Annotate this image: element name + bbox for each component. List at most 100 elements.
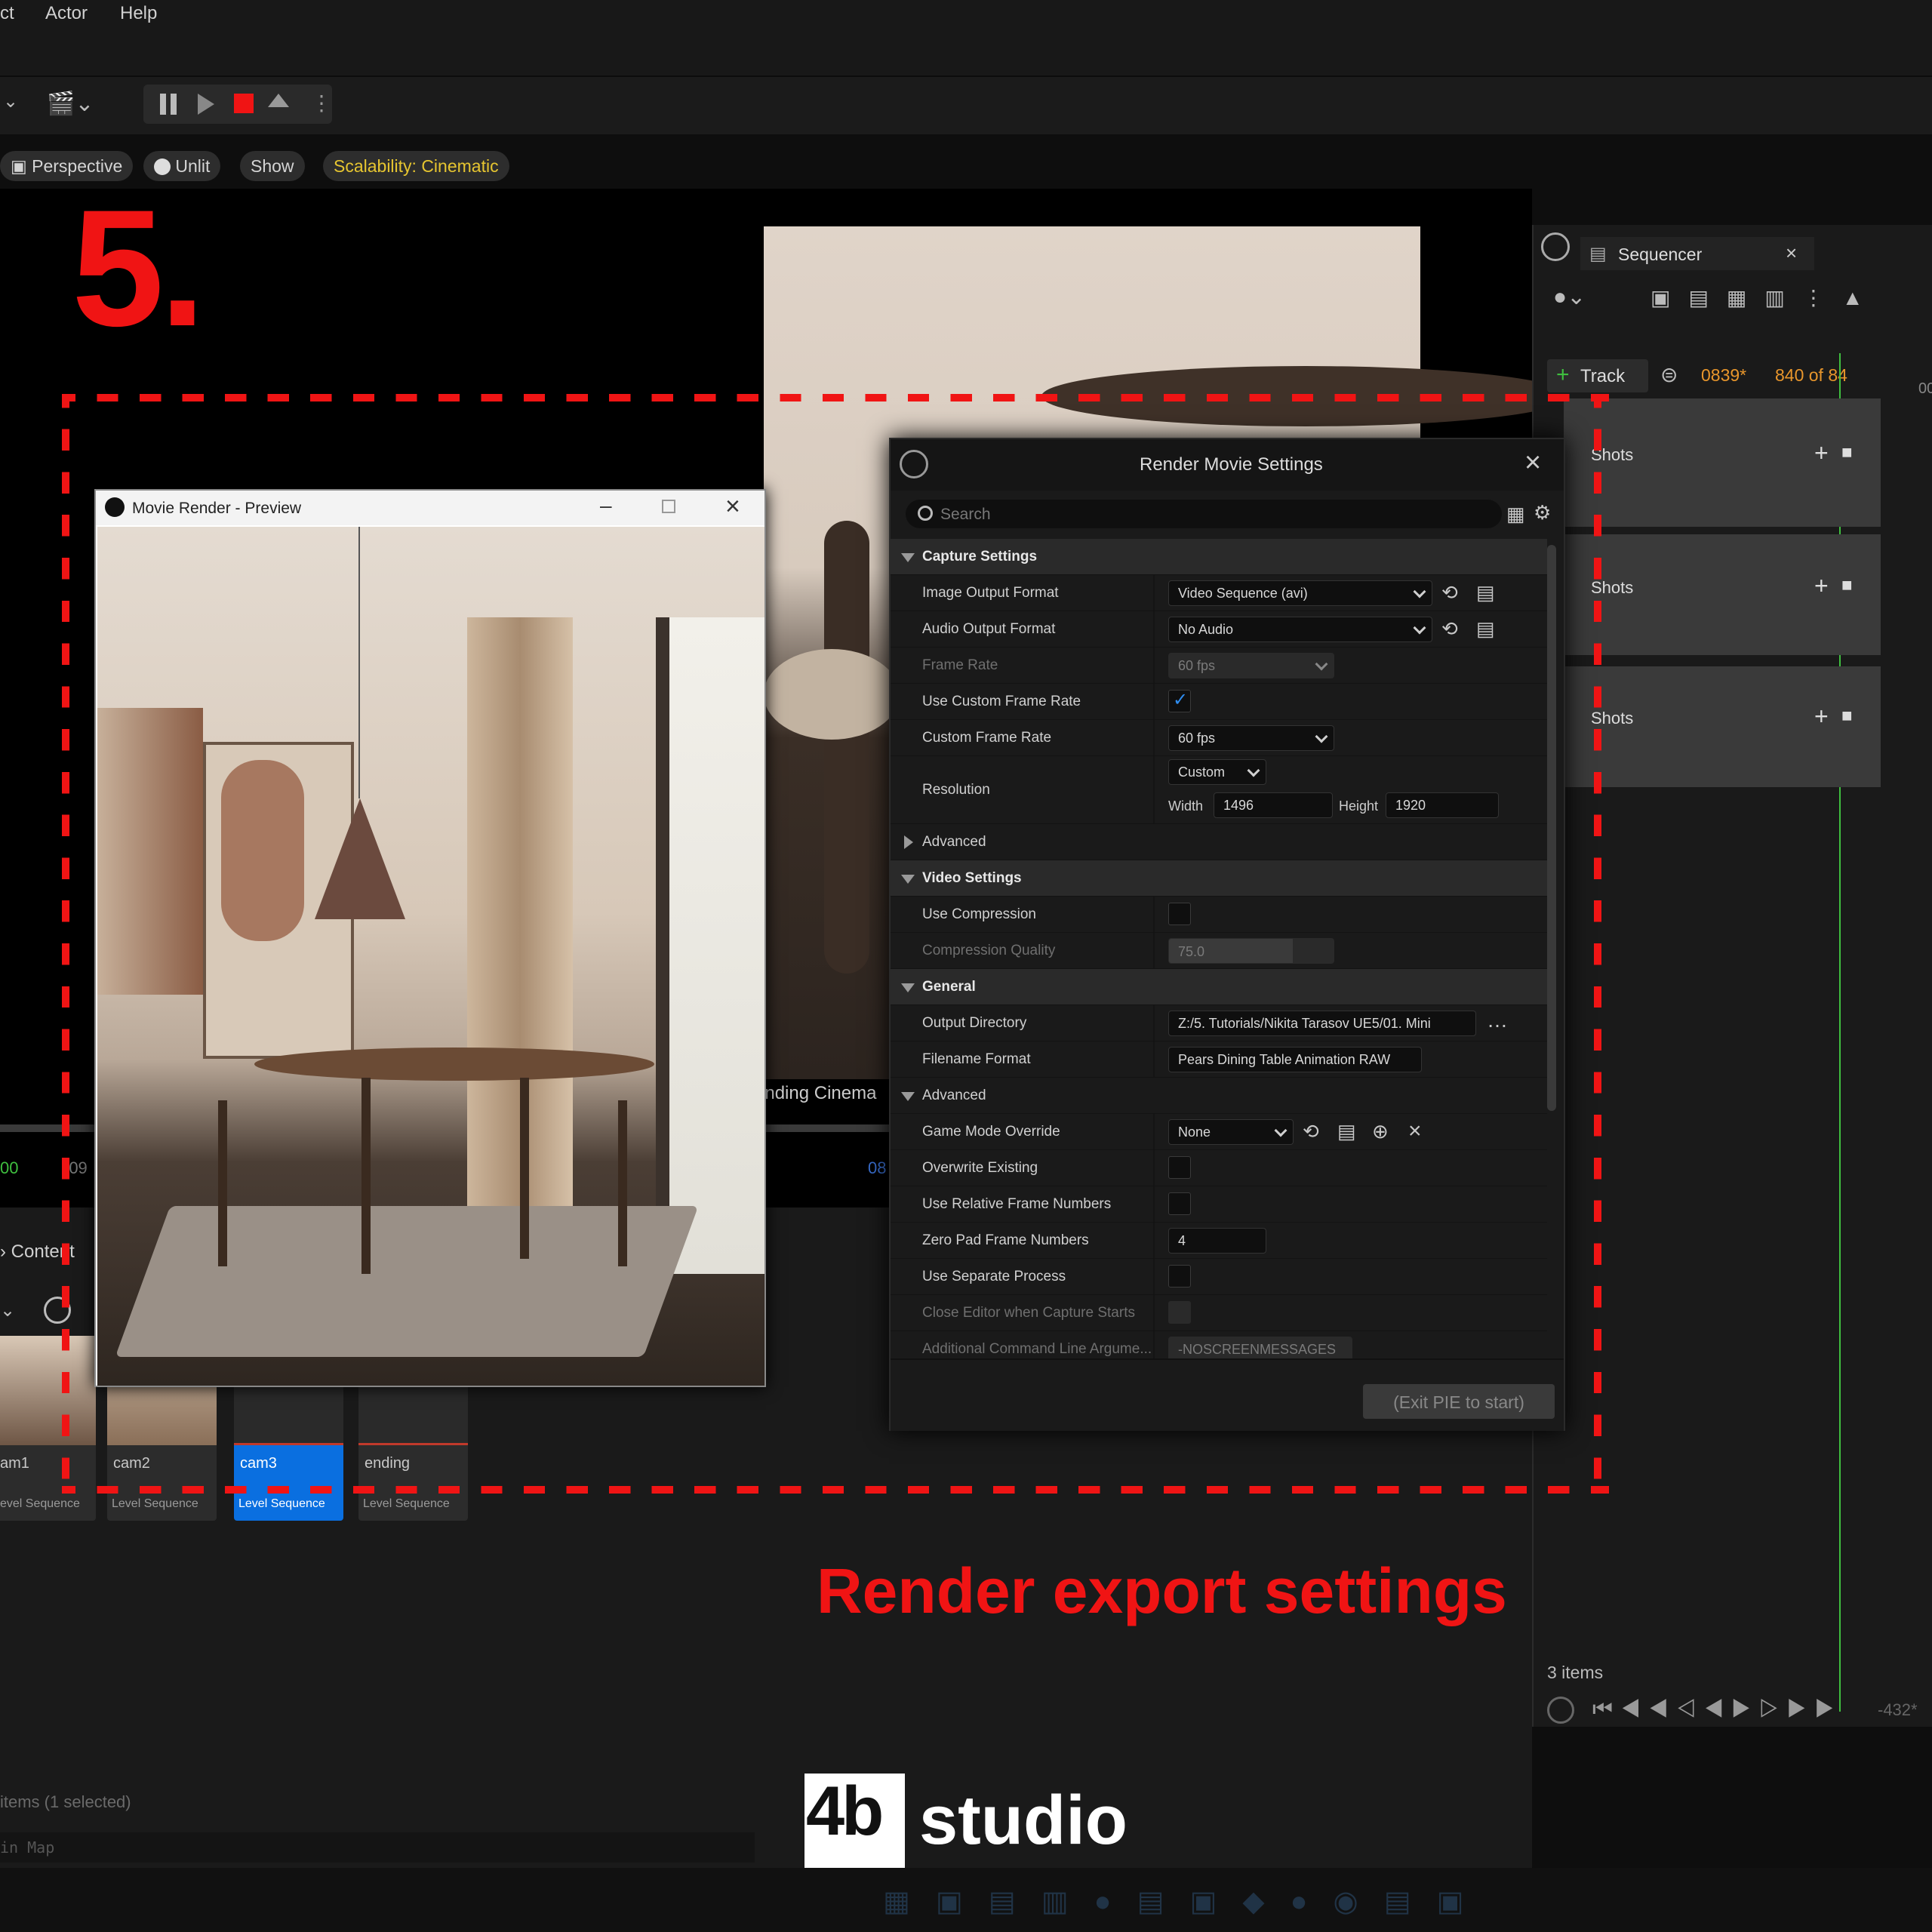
console-bar[interactable]: in Map bbox=[0, 1832, 755, 1863]
column-divider bbox=[1153, 720, 1155, 755]
use-compression-checkbox[interactable] bbox=[1168, 903, 1191, 925]
overwrite-existing-checkbox[interactable] bbox=[1168, 1156, 1191, 1179]
section-general[interactable]: General bbox=[891, 969, 1547, 1005]
column-divider bbox=[1153, 1259, 1155, 1294]
minimize-icon[interactable]: – bbox=[600, 494, 612, 518]
asset-name: ending bbox=[365, 1455, 411, 1472]
row-use-relative-frame-numbers: Use Relative Frame Numbers bbox=[891, 1186, 1547, 1223]
resolution-preset-dropdown[interactable]: Custom bbox=[1168, 759, 1266, 785]
current-frame[interactable]: 0839* bbox=[1701, 365, 1746, 386]
browse-icon[interactable]: ▤ bbox=[1476, 583, 1495, 602]
sequencer-toolbar-icons[interactable]: ▣▤▦▥⋮▲ bbox=[1651, 285, 1881, 310]
section-advanced-capture[interactable]: Advanced bbox=[891, 824, 1547, 860]
mode-dropdown[interactable]: ⌄ bbox=[3, 91, 18, 125]
add-shot-icon[interactable]: + bbox=[1814, 572, 1829, 600]
row-label: Use Custom Frame Rate bbox=[922, 694, 1081, 709]
settings-titlebar[interactable]: Render Movie Settings × bbox=[891, 439, 1564, 491]
reset-arrow-icon[interactable]: ⟲ bbox=[1441, 619, 1458, 638]
browse-icon[interactable]: ▤ bbox=[1337, 1121, 1356, 1141]
add-shot-icon[interactable]: + bbox=[1814, 703, 1829, 731]
dropdown-value: 60 fps bbox=[1178, 731, 1216, 746]
gear-icon[interactable]: ⚙ bbox=[1534, 503, 1551, 522]
record-icon[interactable] bbox=[1547, 1697, 1574, 1724]
cinematics-dropdown-icon[interactable]: 🎬⌄ bbox=[47, 91, 94, 125]
sequencer-tab[interactable]: ▤ Sequencer × bbox=[1580, 237, 1814, 270]
use-custom-frame-rate-checkbox[interactable]: ✓ bbox=[1168, 690, 1191, 712]
close-icon[interactable]: × bbox=[1524, 447, 1541, 479]
input-value: Z:/5. Tutorials/Nikita Tarasov UE5/01. M… bbox=[1178, 1016, 1431, 1031]
chevron-down-icon bbox=[1413, 621, 1426, 635]
search-icon bbox=[918, 506, 933, 521]
transport-controls[interactable]: ⏮◀◀◁◀▶▷▶▶ bbox=[1592, 1697, 1842, 1722]
width-value: 1496 bbox=[1223, 798, 1254, 813]
menu-item-help[interactable]: Help bbox=[120, 3, 157, 24]
asset-name: cam2 bbox=[113, 1455, 150, 1472]
camera-icon[interactable]: ■ bbox=[1841, 575, 1853, 596]
maximize-icon[interactable] bbox=[662, 500, 675, 513]
camera-icon[interactable]: ■ bbox=[1841, 706, 1853, 727]
shots-track-2[interactable]: Shots + ■ bbox=[1564, 534, 1881, 655]
menu-item-actor[interactable]: Actor bbox=[45, 3, 88, 24]
add-icon[interactable]: ⊕ bbox=[1372, 1121, 1389, 1141]
column-divider bbox=[1153, 933, 1155, 968]
row-game-mode-override: Game Mode Override None ⟲ ▤ ⊕ × bbox=[891, 1114, 1547, 1150]
close-icon[interactable]: × bbox=[725, 492, 740, 521]
column-divider bbox=[1153, 684, 1155, 719]
filter-dropdown[interactable]: ⌄ bbox=[0, 1300, 15, 1321]
show-button[interactable]: Show bbox=[240, 151, 305, 181]
more-options-icon[interactable]: ⋮ bbox=[311, 91, 332, 115]
height-input[interactable]: 1920 bbox=[1386, 792, 1499, 818]
close-icon[interactable]: × bbox=[1786, 242, 1797, 265]
filter-icon[interactable]: ⊜ bbox=[1660, 362, 1678, 387]
row-resolution: Resolution Custom Width 1496 Height 1920 bbox=[891, 756, 1547, 824]
eject-icon[interactable] bbox=[268, 94, 289, 107]
taskbar-app-icons[interactable]: ▦▣▤▥●▤▣◆●◉▤▣ bbox=[883, 1884, 1490, 1918]
pause-icon-bar bbox=[171, 94, 177, 115]
window-titlebar[interactable]: Movie Render - Preview – × bbox=[96, 491, 764, 525]
scalability-button[interactable]: Scalability: Cinematic bbox=[323, 151, 509, 181]
details-panel: Capture Settings Image Output Format Vid… bbox=[891, 539, 1547, 1358]
add-shot-icon[interactable]: + bbox=[1814, 439, 1829, 467]
section-video-settings[interactable]: Video Settings bbox=[891, 860, 1547, 897]
clapper-icon: ▤ bbox=[1589, 244, 1607, 264]
search-input[interactable]: Search bbox=[906, 500, 1502, 528]
highlight-frame-left bbox=[62, 394, 69, 1494]
asset-name: cam3 bbox=[240, 1455, 277, 1472]
audio-output-format-dropdown[interactable]: No Audio bbox=[1168, 617, 1432, 642]
use-relative-frame-numbers-checkbox[interactable] bbox=[1168, 1192, 1191, 1215]
time-readout: -432* bbox=[1878, 1700, 1918, 1719]
column-divider bbox=[1153, 1295, 1155, 1331]
shots-track-1[interactable]: Shots + ■ bbox=[1564, 398, 1881, 527]
filename-format-input[interactable]: Pears Dining Table Animation RAW bbox=[1168, 1047, 1422, 1072]
window-opening bbox=[656, 617, 764, 1274]
zero-pad-input[interactable]: 4 bbox=[1168, 1228, 1266, 1254]
section-capture-settings[interactable]: Capture Settings bbox=[891, 539, 1547, 575]
dropdown-value: Video Sequence (avi) bbox=[1178, 586, 1308, 601]
image-output-format-dropdown[interactable]: Video Sequence (avi) bbox=[1168, 580, 1432, 606]
scrollbar[interactable] bbox=[1547, 545, 1556, 1111]
skip-frame-icon[interactable] bbox=[198, 94, 214, 115]
custom-frame-rate-dropdown[interactable]: 60 fps bbox=[1168, 725, 1334, 751]
row-label: Filename Format bbox=[922, 1051, 1031, 1067]
menu-item-project[interactable]: ct bbox=[0, 3, 14, 24]
row-label: Resolution bbox=[922, 782, 990, 798]
camera-icon[interactable]: ■ bbox=[1841, 442, 1853, 463]
width-input[interactable]: 1496 bbox=[1214, 792, 1333, 818]
world-dropdown-icon[interactable]: ●⌄ bbox=[1553, 284, 1586, 310]
column-divider bbox=[1153, 1005, 1155, 1041]
game-mode-dropdown[interactable]: None bbox=[1168, 1119, 1294, 1145]
use-separate-process-checkbox[interactable] bbox=[1168, 1265, 1191, 1287]
add-track-button[interactable]: + Track bbox=[1547, 359, 1648, 392]
pause-icon[interactable] bbox=[160, 94, 166, 115]
reset-arrow-icon[interactable]: ⟲ bbox=[1303, 1121, 1319, 1141]
reset-arrow-icon[interactable]: ⟲ bbox=[1441, 583, 1458, 602]
section-advanced-general[interactable]: Advanced bbox=[891, 1078, 1547, 1114]
browse-ellipsis-icon[interactable]: … bbox=[1487, 1010, 1508, 1031]
clear-icon[interactable]: × bbox=[1408, 1120, 1422, 1143]
shots-track-3[interactable]: Shots + ■ bbox=[1564, 666, 1881, 787]
section-label: Advanced bbox=[922, 1088, 986, 1103]
output-directory-input[interactable]: Z:/5. Tutorials/Nikita Tarasov UE5/01. M… bbox=[1168, 1011, 1476, 1036]
table-view-icon[interactable]: ▦ bbox=[1506, 504, 1525, 524]
browse-icon[interactable]: ▤ bbox=[1476, 619, 1495, 638]
stop-icon[interactable] bbox=[234, 94, 254, 113]
